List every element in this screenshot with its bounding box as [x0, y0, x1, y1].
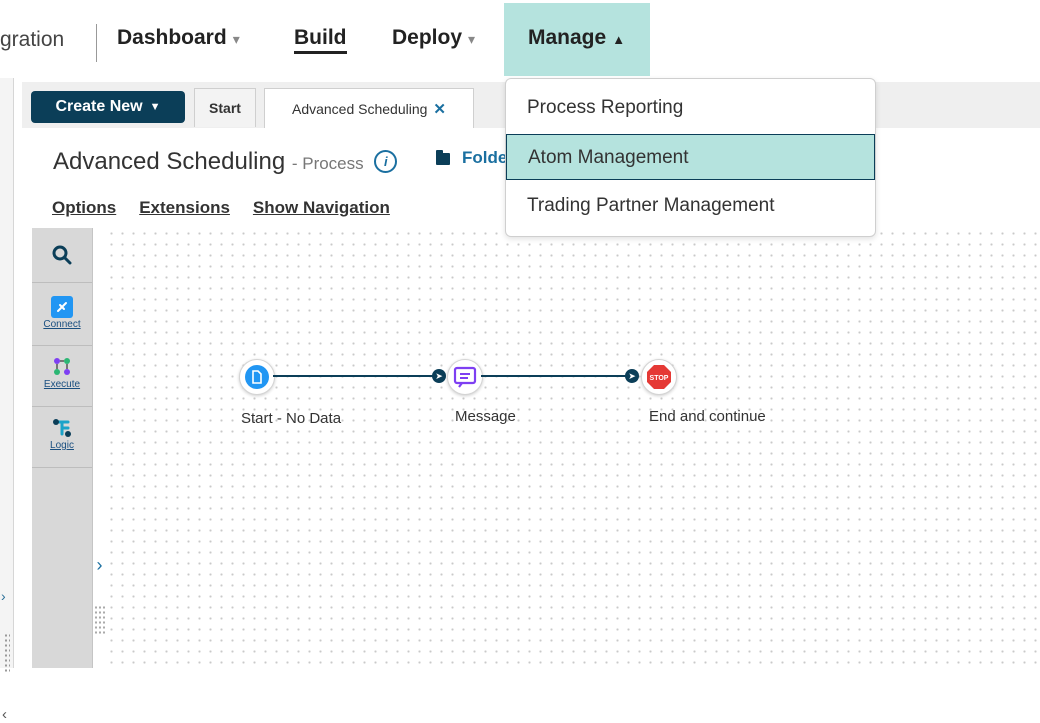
connector-line: [481, 375, 626, 377]
nav-deploy-label: Deploy: [392, 26, 463, 49]
tab-start[interactable]: Start: [194, 88, 256, 127]
nav-dashboard[interactable]: Dashboard ▾: [117, 26, 240, 50]
palette-logic[interactable]: Logic: [32, 407, 92, 468]
process-title: Advanced Scheduling - Process i: [53, 148, 398, 176]
nav-build-label: Build: [294, 26, 347, 54]
shape-palette: Connect Execute Logic: [32, 228, 93, 668]
process-canvas[interactable]: Start - No Data ➤ Message ➤ STOP End and…: [106, 228, 1040, 668]
folder-link[interactable]: Folde: [462, 148, 507, 168]
process-title-text: Advanced Scheduling: [53, 148, 286, 175]
extensions-link[interactable]: Extensions: [139, 198, 230, 217]
nav-divider: [96, 24, 97, 62]
stop-icon-text: STOP: [650, 375, 669, 382]
nav-build[interactable]: Build: [294, 26, 347, 54]
resize-grip-icon[interactable]: [94, 605, 106, 635]
palette-execute-label: Execute: [43, 379, 81, 390]
folder-icon: [436, 150, 450, 165]
connect-icon: [51, 296, 73, 318]
nav-manage-label: Manage: [528, 26, 607, 49]
palette-execute[interactable]: Execute: [32, 346, 92, 407]
shape-start[interactable]: [239, 359, 275, 395]
palette-search[interactable]: [32, 228, 92, 283]
tab-advanced-scheduling[interactable]: Advanced Scheduling ✕: [264, 88, 474, 129]
nav-manage[interactable]: Manage ▲: [528, 26, 625, 50]
execute-icon: [51, 356, 73, 378]
connector-arrow-icon: ➤: [625, 369, 639, 383]
palette-connect-label: Connect: [43, 319, 81, 330]
stop-icon: STOP: [647, 365, 671, 389]
process-links: Options Extensions Show Navigation: [52, 198, 413, 218]
palette-connect[interactable]: Connect: [32, 283, 92, 346]
nav-deploy[interactable]: Deploy ▾: [392, 26, 475, 50]
manage-dropdown-menu: Process Reporting Atom Management Tradin…: [505, 78, 876, 237]
logic-icon: [51, 417, 73, 439]
search-icon: [52, 245, 72, 265]
nav-dashboard-label: Dashboard: [117, 26, 227, 49]
chevron-down-icon: ▾: [468, 31, 476, 47]
top-nav: gration Dashboard ▾ Build Deploy ▾ Manage ▲: [0, 0, 1040, 76]
create-new-button[interactable]: Create New ▼: [31, 91, 185, 123]
left-collapsed-panel: › ‹: [0, 78, 14, 723]
show-navigation-link[interactable]: Show Navigation: [253, 198, 390, 217]
shape-message[interactable]: [447, 359, 483, 395]
info-icon[interactable]: i: [374, 150, 398, 173]
chevron-down-icon: ▾: [232, 31, 240, 47]
palette-logic-label: Logic: [50, 440, 74, 451]
shape-message-label: Message: [455, 408, 516, 425]
expand-panel-icon[interactable]: ›: [93, 550, 106, 580]
start-doc-icon: [245, 365, 269, 389]
tab-start-label: Start: [209, 100, 241, 116]
tab-advanced-scheduling-label: Advanced Scheduling: [291, 101, 428, 117]
shape-end-and-continue[interactable]: STOP: [641, 359, 677, 395]
nav-product-fragment: gration: [0, 28, 65, 51]
shape-start-label: Start - No Data: [241, 410, 342, 427]
menu-item-trading-partner-management[interactable]: Trading Partner Management: [506, 183, 875, 229]
chevron-up-icon: ▲: [612, 32, 626, 47]
create-new-label: Create New: [55, 98, 143, 115]
connector-line: [273, 375, 433, 377]
expand-arrow-icon[interactable]: ›: [1, 588, 6, 604]
caret-down-icon: ▼: [149, 101, 161, 113]
process-subtitle: - Process: [291, 154, 364, 173]
close-icon[interactable]: ✕: [433, 100, 446, 118]
grip-handle-icon[interactable]: [4, 633, 10, 673]
menu-item-atom-management[interactable]: Atom Management: [506, 134, 875, 180]
options-link[interactable]: Options: [52, 198, 116, 217]
shape-end-label: End and continue: [649, 408, 766, 425]
chevron-left-icon[interactable]: ‹: [2, 706, 7, 723]
menu-item-process-reporting[interactable]: Process Reporting: [506, 85, 875, 131]
message-icon: [453, 366, 477, 388]
connector-arrow-icon: ➤: [432, 369, 446, 383]
